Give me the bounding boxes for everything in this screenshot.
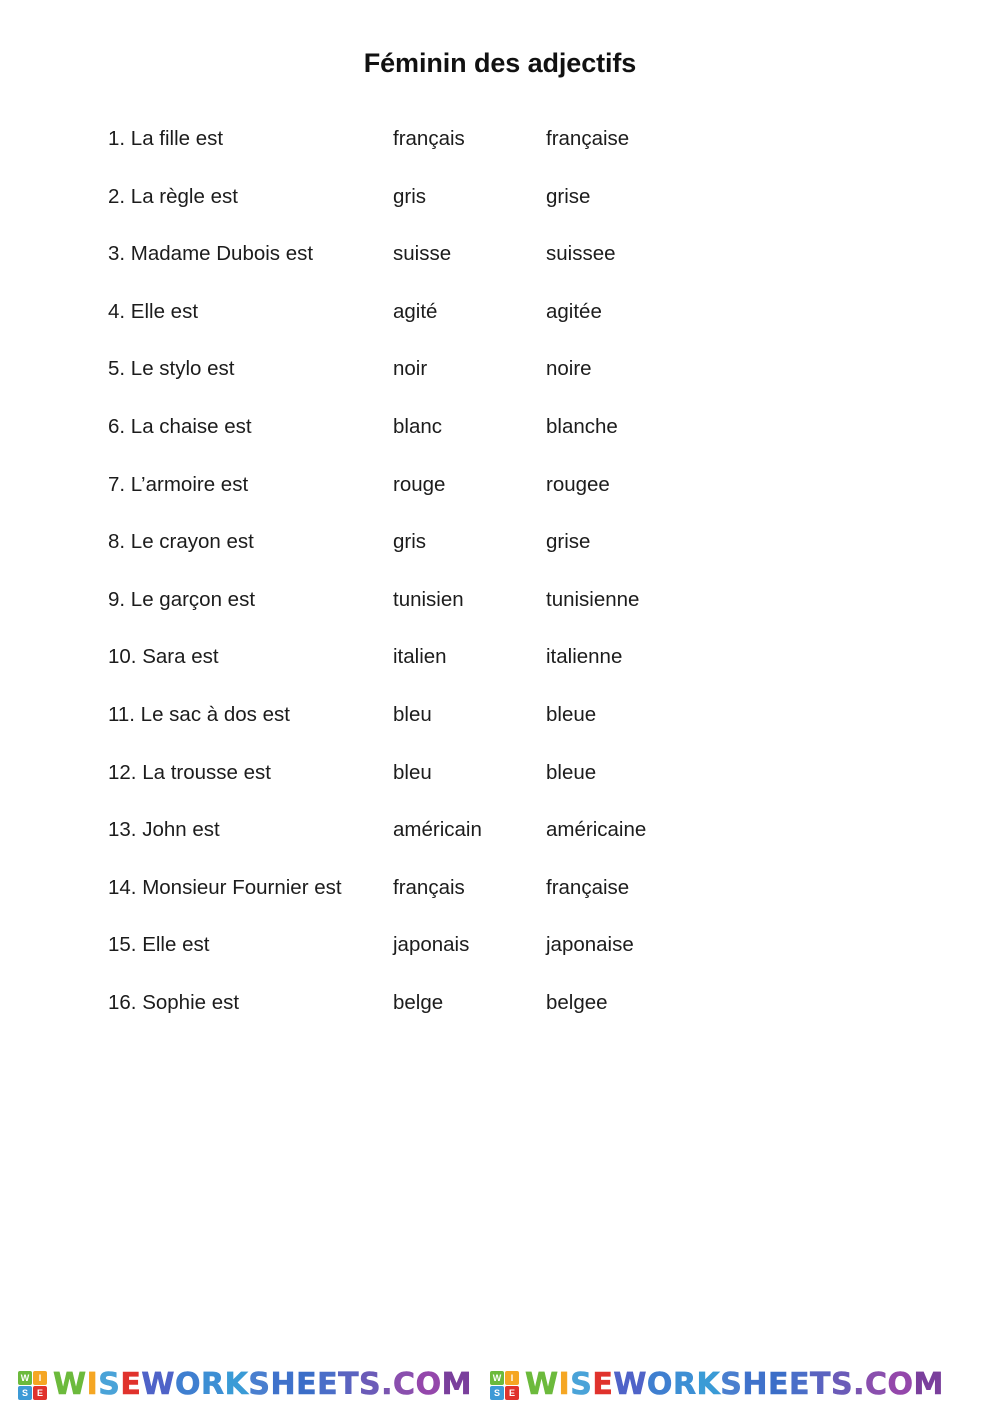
- watermark-footer: WISEWISEWORKSHEETS.COMWISEWISEWORKSHEETS…: [0, 1357, 1000, 1413]
- option-masculine[interactable]: suisse: [393, 241, 451, 267]
- exercise-row: 14. Monsieur Fournier est français françai…: [0, 875, 1000, 933]
- logo-cell-e: E: [504, 1385, 519, 1400]
- option-masculine[interactable]: noir: [393, 356, 427, 382]
- option-feminine[interactable]: suissee: [546, 241, 616, 267]
- exercise-prompt: 10. Sara est: [108, 645, 219, 669]
- exercise-prompt: 3. Madame Dubois est: [108, 242, 314, 266]
- option-feminine[interactable]: grise: [546, 529, 590, 555]
- exercise-row: 5. Le stylo est noir noire: [0, 356, 1000, 414]
- exercise-row: 3. Madame Dubois est suisse suissee: [0, 241, 1000, 299]
- option-masculine[interactable]: rouge: [393, 472, 445, 498]
- option-feminine[interactable]: bleue: [546, 702, 596, 728]
- exercise-row: 8. Le crayon est gris grise: [0, 529, 1000, 587]
- exercise-row: 13. John est américain américaine: [0, 817, 1000, 875]
- option-masculine[interactable]: belge: [393, 990, 443, 1016]
- exercise-prompt: 5. Le stylo est: [108, 357, 235, 381]
- logo-cell-s: S: [18, 1385, 32, 1400]
- option-feminine[interactable]: belgee: [546, 990, 608, 1016]
- wiseworksheets-logo-icon: WISE: [18, 1370, 47, 1400]
- option-feminine[interactable]: française: [546, 126, 629, 152]
- option-feminine[interactable]: rougee: [546, 472, 610, 498]
- logo-cell-w: W: [489, 1370, 504, 1385]
- option-masculine[interactable]: gris: [393, 529, 426, 555]
- option-masculine[interactable]: agité: [393, 299, 437, 325]
- option-feminine[interactable]: bleue: [546, 760, 596, 786]
- exercise-row: 11. Le sac à dos est bleu bleue: [0, 702, 1000, 760]
- option-feminine[interactable]: noire: [546, 356, 592, 382]
- option-masculine[interactable]: gris: [393, 184, 426, 210]
- option-feminine[interactable]: française: [546, 875, 629, 901]
- option-feminine[interactable]: japonaise: [546, 932, 634, 958]
- option-feminine[interactable]: grise: [546, 184, 590, 210]
- watermark-text: WISEWORKSHEETS.COM: [53, 1367, 472, 1403]
- watermark: WISEWISEWORKSHEETS.COM: [472, 1357, 944, 1413]
- option-masculine[interactable]: japonais: [393, 932, 469, 958]
- option-masculine[interactable]: américain: [393, 817, 482, 843]
- exercise-prompt: 7. L’armoire est: [108, 472, 249, 496]
- option-feminine[interactable]: tunisienne: [546, 587, 639, 613]
- exercise-prompt: 15. Elle est: [108, 933, 210, 957]
- exercise-prompt: 9. Le garçon est: [108, 587, 256, 611]
- option-masculine[interactable]: français: [393, 126, 465, 152]
- exercise-prompt: 8. Le crayon est: [108, 530, 254, 554]
- exercise-row: 10. Sara est italien italienne: [0, 644, 1000, 702]
- exercise-prompt: 13. John est: [108, 818, 220, 842]
- wiseworksheets-logo-icon: WISE: [489, 1370, 519, 1400]
- logo-cell-e: E: [33, 1385, 47, 1400]
- exercise-prompt: 14. Monsieur Fournier est: [108, 875, 342, 899]
- exercise-prompt: 1. La fille est: [108, 127, 224, 150]
- option-feminine[interactable]: agitée: [546, 299, 602, 325]
- option-masculine[interactable]: italien: [393, 644, 447, 670]
- option-masculine[interactable]: tunisien: [393, 587, 464, 613]
- worksheet-page: Féminin des adjectifs 1. La fille est fra…: [0, 0, 1000, 1413]
- logo-cell-s: S: [489, 1385, 504, 1400]
- watermark: WISEWISEWORKSHEETS.COM: [0, 1357, 472, 1413]
- exercise-prompt: 16. Sophie est: [108, 990, 240, 1014]
- option-masculine[interactable]: français: [393, 875, 465, 901]
- watermark-text: WISEWORKSHEETS.COM: [524, 1367, 944, 1403]
- option-feminine[interactable]: américaine: [546, 817, 646, 843]
- exercise-row: 12. La trousse est bleu bleue: [0, 760, 1000, 818]
- option-masculine[interactable]: bleu: [393, 702, 432, 728]
- page-title: Féminin des adjectifs: [363, 48, 637, 78]
- option-masculine[interactable]: bleu: [393, 760, 432, 786]
- exercise-row: 6. La chaise est blanc blanche: [0, 414, 1000, 472]
- exercise-row: 4. Elle est agité agitée: [0, 299, 1000, 357]
- exercise-row: 7. L’armoire est rouge rougee: [0, 472, 1000, 530]
- exercise-row: 2. La règle est gris grise: [0, 184, 1000, 242]
- exercise-row: 16. Sophie est belge belgee: [0, 990, 1000, 1048]
- exercise-row: 15. Elle est japonais japonaise: [0, 932, 1000, 990]
- exercise-row: 1. La fille est français française: [0, 126, 1000, 184]
- option-feminine[interactable]: italienne: [546, 644, 622, 670]
- exercise-prompt: 6. La chaise est: [108, 414, 252, 438]
- exercise-prompt: 4. Elle est: [108, 299, 199, 323]
- option-feminine[interactable]: blanche: [546, 414, 618, 440]
- exercise-prompt: 2. La règle est: [108, 184, 238, 208]
- logo-cell-i: I: [33, 1370, 47, 1385]
- exercise-list: 1. La fille est français française 2. La rè…: [0, 126, 1000, 1048]
- exercise-prompt: 12. La trousse est: [108, 760, 271, 784]
- exercise-prompt: 11. Le sac à dos est: [108, 702, 290, 726]
- logo-cell-w: W: [18, 1370, 32, 1385]
- exercise-row: 9. Le garçon est tunisien tunisienne: [0, 587, 1000, 645]
- logo-cell-i: I: [504, 1370, 519, 1385]
- option-masculine[interactable]: blanc: [393, 414, 442, 440]
